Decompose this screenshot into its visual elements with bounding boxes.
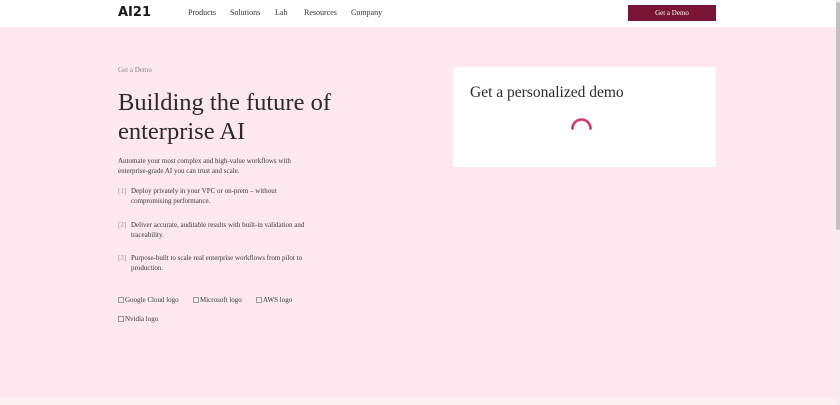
aws-logo-alt: AWS logo <box>263 296 293 304</box>
hero-headline: Building the future of enterprise AI <box>118 89 331 145</box>
loading-spinner-icon <box>571 118 592 130</box>
nvidia-logo: Nvidia logo <box>118 315 158 323</box>
nav-item-company[interactable]: Company <box>351 8 382 17</box>
eyebrow-label: Get a Demo <box>118 66 152 74</box>
broken-image-icon <box>118 316 124 322</box>
feature-point-number: [3] <box>118 254 127 262</box>
demo-panel-title: Get a personalized demo <box>470 84 624 101</box>
broken-image-icon <box>118 297 124 303</box>
demo-form-panel: Get a personalized demo <box>453 67 716 167</box>
feature-point-text: Deliver accurate, auditable results with… <box>131 221 305 239</box>
scrollbar-thumb[interactable] <box>836 2 840 230</box>
feature-point-1: [1] Deploy privately in your VPC or on-p… <box>118 186 308 206</box>
hero-intro: Automate your most complex and high-valu… <box>118 157 291 175</box>
nav-item-products[interactable]: Products <box>188 8 216 17</box>
page-bottom-edge <box>0 398 836 405</box>
nvidia-logo-alt: Nvidia logo <box>125 315 159 323</box>
aws-logo: AWS logo <box>256 296 292 304</box>
feature-point-number: [1] <box>118 187 127 195</box>
nav-item-solutions[interactable]: Solutions <box>230 8 260 17</box>
feature-point-text: Purpose-built to scale real enterprise w… <box>131 254 303 272</box>
nav-item-resources[interactable]: Resources <box>304 8 337 17</box>
google-cloud-logo-alt: Google Cloud logo <box>125 296 179 304</box>
microsoft-logo-alt: Microsoft logo <box>200 296 242 304</box>
get-a-demo-button[interactable]: Get a Demo <box>628 5 716 21</box>
feature-point-3: [3] Purpose-built to scale real enterpri… <box>118 253 308 273</box>
feature-point-2: [2] Deliver accurate, auditable results … <box>118 220 308 240</box>
broken-image-icon <box>193 297 199 303</box>
google-cloud-logo: Google Cloud logo <box>118 296 179 304</box>
nav-item-lab[interactable]: Lab <box>275 8 287 17</box>
feature-point-text: Deploy privately in your VPC or on-prem … <box>131 187 277 205</box>
broken-image-icon <box>256 297 262 303</box>
microsoft-logo: Microsoft logo <box>193 296 242 304</box>
feature-point-number: [2] <box>118 221 127 229</box>
top-navigation-bar: AI21 Products Solutions Lab Resources Co… <box>0 0 836 27</box>
ai21-logo[interactable]: AI21 <box>118 5 151 20</box>
